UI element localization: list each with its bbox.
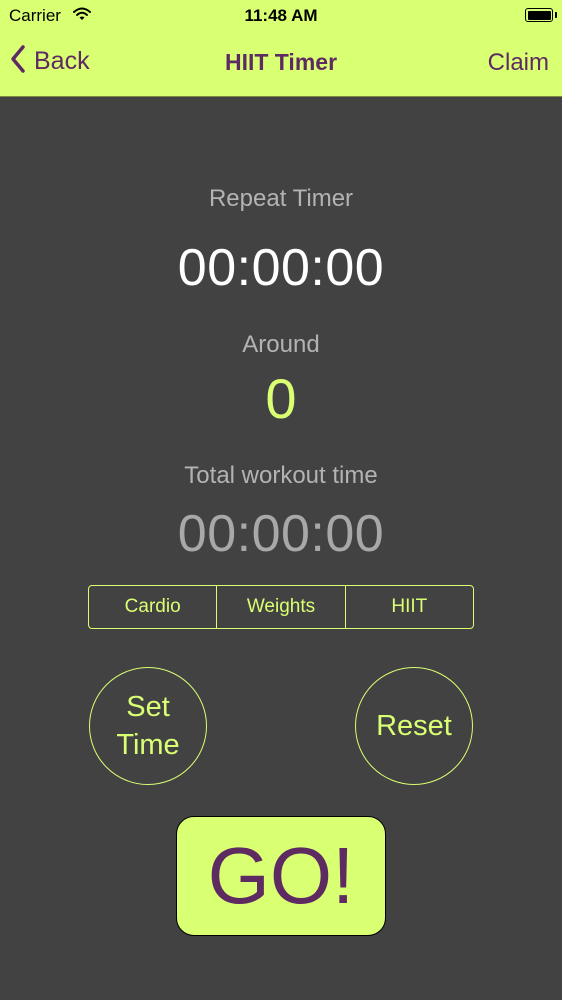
set-time-button[interactable]: Set Time	[89, 667, 207, 785]
navigation-bar: Back HIIT Timer Claim	[0, 32, 562, 96]
workout-type-segmented-control: Cardio Weights HIIT	[88, 585, 474, 629]
round-label: Around	[242, 331, 320, 358]
battery-icon	[525, 8, 557, 22]
go-button[interactable]: GO!	[176, 816, 386, 936]
repeat-timer-value: 00:00:00	[177, 239, 385, 297]
status-time: 11:48 AM	[244, 6, 318, 25]
top-bar: Carrier 11:48 AM Back HIIT Timer Claim	[0, 0, 562, 97]
segment-weights[interactable]: Weights	[216, 586, 344, 628]
total-workout-value: 00:00:00	[177, 505, 385, 563]
repeat-timer-label: Repeat Timer	[208, 185, 354, 212]
set-time-label-line1: Set	[126, 691, 170, 723]
segment-cardio[interactable]: Cardio	[89, 586, 216, 628]
reset-button[interactable]: Reset	[355, 667, 473, 785]
total-workout-label: Total workout time	[184, 462, 378, 489]
reset-label: Reset	[376, 710, 452, 742]
page-title: HIIT Timer	[224, 49, 338, 75]
round-count: 0	[265, 367, 297, 430]
claim-button[interactable]: Claim	[488, 49, 549, 77]
go-label: GO!	[207, 831, 355, 920]
status-bar: Carrier 11:48 AM	[0, 0, 562, 32]
set-time-label-line2: Time	[116, 729, 180, 761]
segment-hiit[interactable]: HIIT	[344, 586, 473, 628]
